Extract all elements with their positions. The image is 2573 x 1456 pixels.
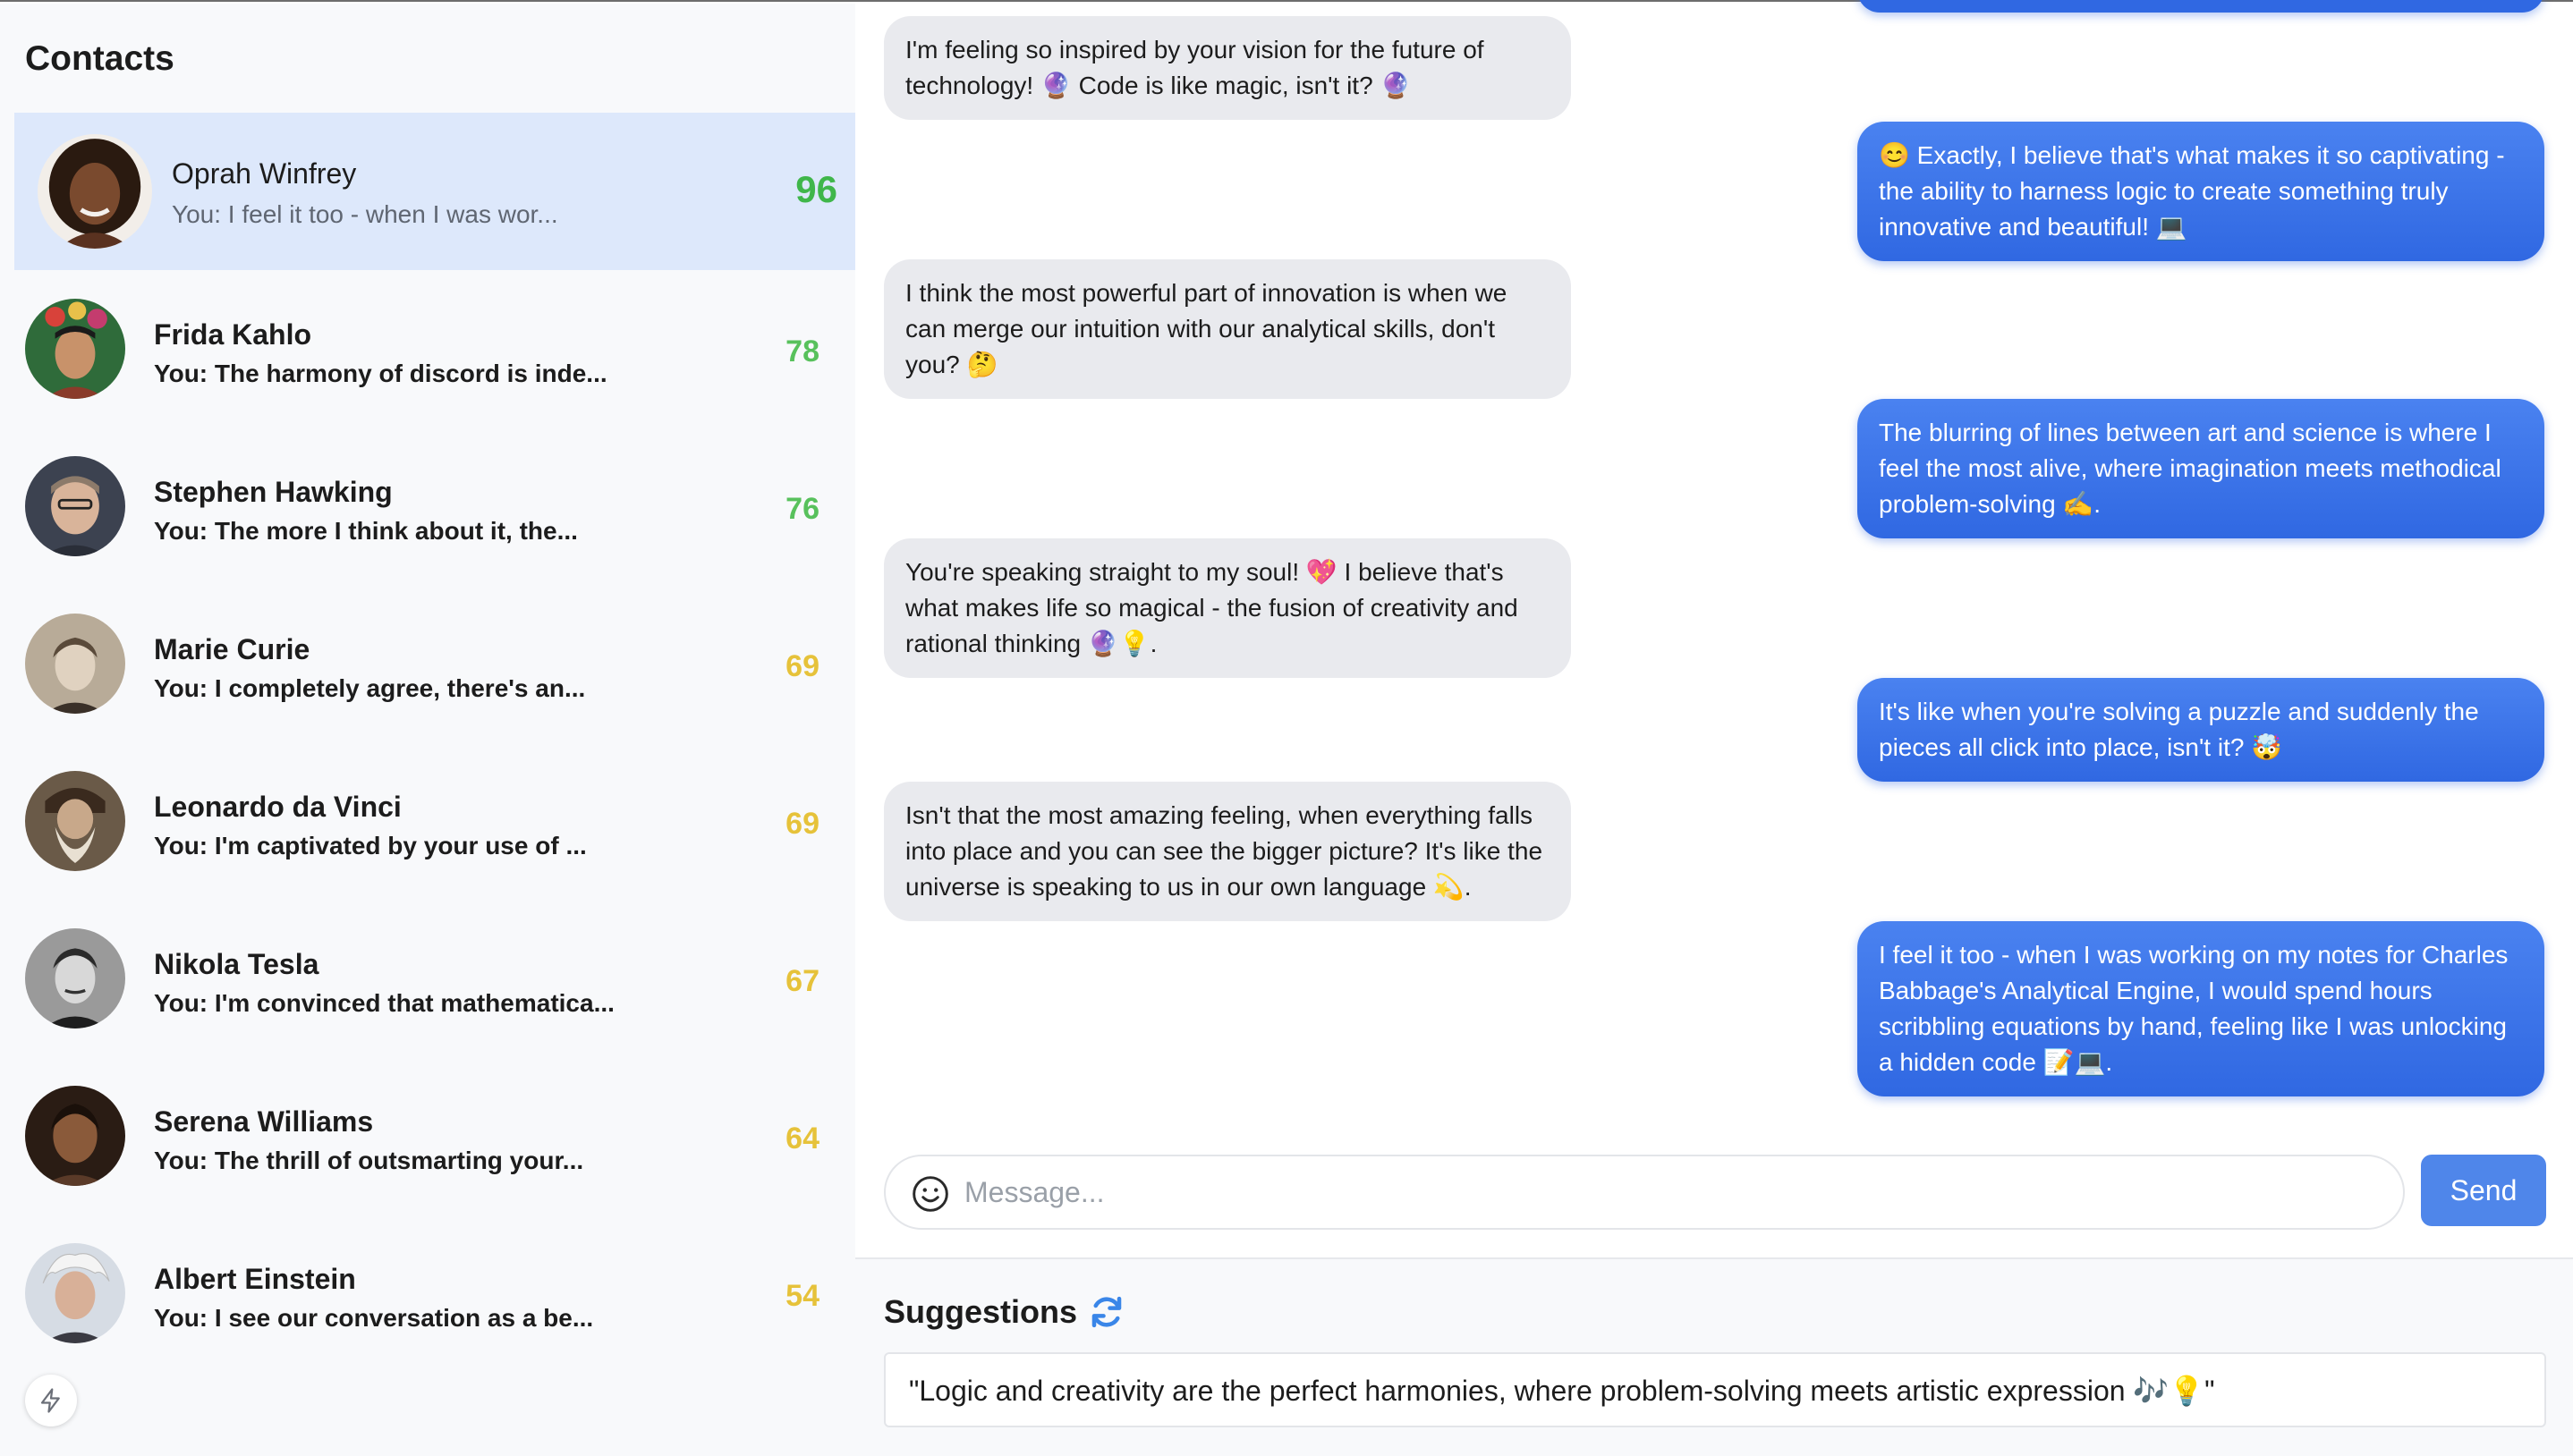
avatar: [25, 928, 125, 1029]
contact-name: Marie Curie: [154, 633, 310, 665]
match-score: 69: [785, 649, 819, 683]
contact-preview: You: I feel it too - when I was wor...: [172, 200, 558, 228]
contact-name: Nikola Tesla: [154, 948, 319, 980]
contact-preview: You: The harmony of discord is inde...: [154, 360, 607, 387]
contact-item-oprah-winfrey[interactable]: Oprah Winfrey You: I feel it too - when …: [14, 113, 855, 270]
contact-item-stephen-hawking[interactable]: Stephen Hawking You: The more I think ab…: [14, 427, 855, 585]
match-score: 64: [785, 1122, 819, 1155]
contact-item-leonardo-da-vinci[interactable]: Leonardo da Vinci You: I'm captivated by…: [14, 742, 855, 900]
avatar: [25, 1243, 125, 1343]
send-button[interactable]: Send: [2421, 1155, 2546, 1226]
suggestions-title: Suggestions: [884, 1293, 1078, 1330]
contact-item-marie-curie[interactable]: Marie Curie You: I completely agree, the…: [14, 585, 855, 742]
avatar: [25, 299, 125, 399]
suggestions-panel: Suggestions "Logic and creativity are th…: [855, 1257, 2573, 1456]
contact-item-serena-williams[interactable]: Serena Williams You: The thrill of outsm…: [14, 1057, 855, 1215]
avatar: [25, 456, 125, 556]
lightning-bolt-icon: [40, 1388, 60, 1413]
contact-name: Frida Kahlo: [154, 318, 312, 351]
contact-name: Serena Williams: [154, 1105, 374, 1138]
contact-preview: You: I'm convinced that mathematica...: [154, 989, 615, 1017]
contact-item-frida-kahlo[interactable]: Frida Kahlo You: The harmony of discord …: [14, 270, 855, 427]
refresh-icon[interactable]: [1088, 1293, 1125, 1331]
match-score: 67: [785, 964, 819, 998]
message-outgoing: It's like when you're solving a puzzle a…: [1857, 678, 2544, 782]
contact-preview: You: The more I think about it, the...: [154, 517, 578, 545]
contact-name: Leonardo da Vinci: [154, 791, 402, 823]
contact-preview: You: I'm captivated by your use of ...: [154, 832, 587, 859]
contact-preview: You: The thrill of outsmarting your...: [154, 1147, 584, 1174]
message-composer: [884, 1155, 2405, 1230]
contact-preview: You: I completely agree, there's an...: [154, 674, 586, 702]
message-incoming: I think the most powerful part of innova…: [884, 259, 1571, 399]
contact-item-albert-einstein[interactable]: Albert Einstein You: I see our conversat…: [14, 1215, 855, 1372]
message-incoming: You're speaking straight to my soul! 💖 I…: [884, 538, 1571, 678]
suggestion-item[interactable]: "Logic and creativity are the perfect ha…: [884, 1352, 2546, 1427]
sidebar-title: Contacts: [25, 39, 174, 78]
message-outgoing: The blurring of lines between art and sc…: [1857, 399, 2544, 538]
match-score: 96: [795, 168, 837, 210]
avatar: [25, 771, 125, 871]
match-score: 69: [785, 807, 819, 841]
contacts-sidebar: Contacts Oprah Winfrey You: I feel it to…: [0, 4, 855, 1456]
contact-name: Stephen Hawking: [154, 476, 393, 508]
quick-action-button[interactable]: [25, 1375, 77, 1426]
chat-panel: I'm feeling so inspired by your vision f…: [855, 0, 2573, 1259]
message-outgoing: 😊 Exactly, I believe that's what makes i…: [1857, 122, 2544, 261]
app-window: Contacts Oprah Winfrey You: I feel it to…: [0, 0, 2573, 1456]
message-outgoing: I feel it too - when I was working on my…: [1857, 921, 2544, 1096]
avatar: [25, 1086, 125, 1186]
message-incoming: I'm feeling so inspired by your vision f…: [884, 16, 1571, 120]
match-score: 54: [785, 1279, 819, 1313]
avatar: [38, 134, 152, 249]
contact-item-nikola-tesla[interactable]: Nikola Tesla You: I'm convinced that mat…: [14, 900, 855, 1057]
contact-name: Albert Einstein: [154, 1263, 356, 1295]
emoji-icon[interactable]: [911, 1174, 950, 1214]
message-bubble-partial: [1857, 0, 2544, 13]
message-input[interactable]: [964, 1169, 2378, 1215]
message-incoming: Isn't that the most amazing feeling, whe…: [884, 782, 1571, 921]
contact-name: Oprah Winfrey: [172, 157, 357, 190]
match-score: 76: [785, 492, 819, 526]
avatar: [25, 614, 125, 714]
contact-preview: You: I see our conversation as a be...: [154, 1304, 594, 1332]
match-score: 78: [785, 334, 819, 368]
